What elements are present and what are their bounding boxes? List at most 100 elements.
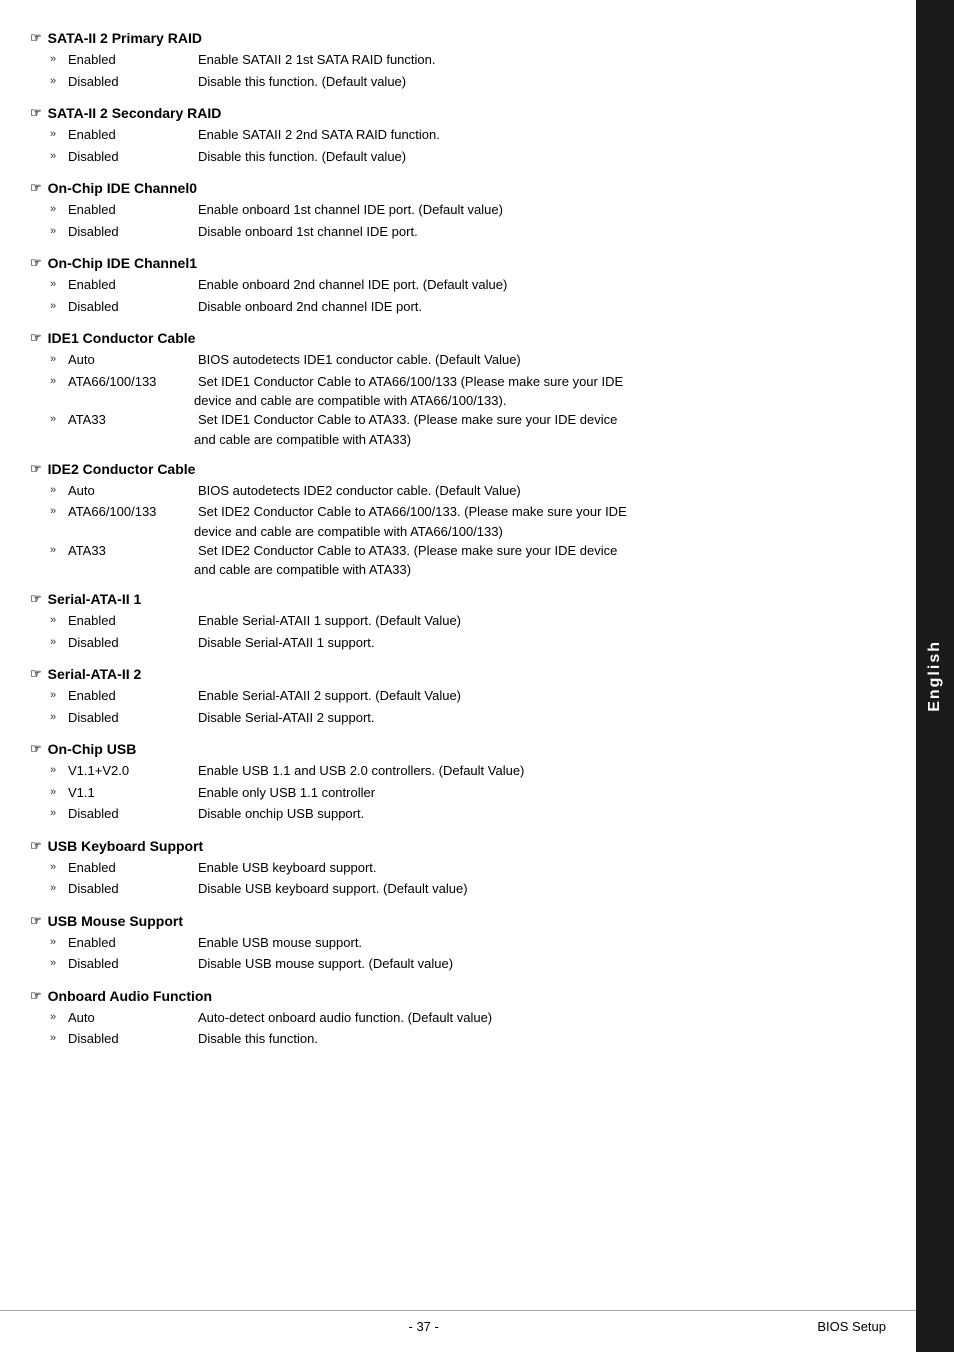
arrow-icon-serial-ata2-2: ☞ [30, 666, 42, 682]
option-desc: Disable USB keyboard support. (Default v… [198, 879, 866, 899]
option-bullet: » [50, 503, 64, 522]
option-bullet: » [50, 687, 64, 706]
option-continuation: device and cable are compatible with ATA… [194, 524, 866, 539]
option-row: »DisabledDisable this function. (Default… [50, 72, 866, 92]
option-row: »DisabledDisable onboard 1st channel IDE… [50, 222, 866, 242]
option-desc: Disable Serial-ATAII 2 support. [198, 708, 866, 728]
option-continuation: and cable are compatible with ATA33) [194, 562, 866, 577]
section-title-text-sata2-secondary-raid: SATA-II 2 Secondary RAID [48, 105, 222, 121]
section-on-chip-ide-channel0: ☞On-Chip IDE Channel0»EnabledEnable onbo… [30, 180, 866, 241]
option-key: V1.1+V2.0 [68, 761, 198, 781]
section-title-text-serial-ata2-2: Serial-ATA-II 2 [48, 666, 142, 682]
option-desc: Enable onboard 2nd channel IDE port. (De… [198, 275, 866, 295]
arrow-icon-on-chip-ide-channel1: ☞ [30, 255, 42, 271]
section-title-sata2-secondary-raid: ☞ SATA-II 2 Secondary RAID [30, 105, 866, 121]
option-row: »EnabledEnable SATAII 2 1st SATA RAID fu… [50, 50, 866, 70]
section-title-usb-keyboard-support: ☞USB Keyboard Support [30, 838, 866, 854]
option-bullet: » [50, 126, 64, 145]
option-row: »DisabledDisable onboard 2nd channel IDE… [50, 297, 866, 317]
option-key: Auto [68, 1008, 198, 1028]
option-key: Auto [68, 350, 198, 370]
option-bullet: » [50, 73, 64, 92]
option-key: Disabled [68, 147, 198, 167]
section-title-serial-ata2-2: ☞ Serial-ATA-II 2 [30, 666, 866, 682]
section-title-onboard-audio-function: ☞Onboard Audio Function [30, 988, 866, 1004]
option-bullet: » [50, 859, 64, 878]
option-desc: Disable onchip USB support. [198, 804, 866, 824]
option-row: »ATA66/100/133Set IDE2 Conductor Cable t… [50, 502, 866, 522]
option-key: Enabled [68, 933, 198, 953]
option-row: »DisabledDisable Serial-ATAII 2 support. [50, 708, 866, 728]
option-row: »DisabledDisable this function. (Default… [50, 147, 866, 167]
option-bullet: » [50, 276, 64, 295]
section-usb-mouse-support: ☞USB Mouse Support»EnabledEnable USB mou… [30, 913, 866, 974]
arrow-icon-usb-mouse-support: ☞ [30, 913, 42, 929]
option-row: »AutoAuto-detect onboard audio function.… [50, 1008, 866, 1028]
option-key: Disabled [68, 72, 198, 92]
option-desc: Enable Serial-ATAII 1 support. (Default … [198, 611, 866, 631]
option-row: »EnabledEnable onboard 2nd channel IDE p… [50, 275, 866, 295]
option-key: ATA66/100/133 [68, 502, 198, 522]
option-bullet: » [50, 298, 64, 317]
option-desc: Set IDE2 Conductor Cable to ATA66/100/13… [198, 502, 866, 522]
option-key: Disabled [68, 1029, 198, 1049]
option-desc: Enable SATAII 2 1st SATA RAID function. [198, 50, 866, 70]
option-desc: Disable this function. (Default value) [198, 147, 866, 167]
option-key: ATA66/100/133 [68, 372, 198, 392]
option-desc: Enable USB keyboard support. [198, 858, 866, 878]
option-bullet: » [50, 148, 64, 167]
option-desc: Enable Serial-ATAII 2 support. (Default … [198, 686, 866, 706]
option-desc: Enable only USB 1.1 controller [198, 783, 866, 803]
arrow-icon-ide1-conductor-cable: ☞ [30, 330, 42, 346]
option-desc: BIOS autodetects IDE2 conductor cable. (… [198, 481, 866, 501]
option-row: »AutoBIOS autodetects IDE2 conductor cab… [50, 481, 866, 501]
option-row: »EnabledEnable USB keyboard support. [50, 858, 866, 878]
section-serial-ata2-2: ☞ Serial-ATA-II 2 »EnabledEnable Serial-AT… [30, 666, 866, 727]
option-desc: Disable USB mouse support. (Default valu… [198, 954, 866, 974]
option-desc: Enable onboard 1st channel IDE port. (De… [198, 200, 866, 220]
option-row: »EnabledEnable Serial-ATAII 2 support. (… [50, 686, 866, 706]
option-bullet: » [50, 223, 64, 242]
option-row: »EnabledEnable Serial-ATAII 1 support. (… [50, 611, 866, 631]
option-desc: Disable onboard 1st channel IDE port. [198, 222, 866, 242]
option-continuation: device and cable are compatible with ATA… [194, 393, 866, 408]
arrow-icon-on-chip-usb: ☞ [30, 741, 42, 757]
option-desc: Enable USB 1.1 and USB 2.0 controllers. … [198, 761, 866, 781]
sections-container: ☞SATA-II 2 Primary RAID»EnabledEnable SA… [30, 30, 866, 1049]
section-title-text-ide1-conductor-cable: IDE1 Conductor Cable [48, 330, 196, 346]
option-row: »DisabledDisable this function. [50, 1029, 866, 1049]
option-bullet: » [50, 1009, 64, 1028]
option-bullet: » [50, 955, 64, 974]
option-desc: BIOS autodetects IDE1 conductor cable. (… [198, 350, 866, 370]
option-bullet: » [50, 51, 64, 70]
footer-page-number: - 37 - [30, 1319, 817, 1334]
section-serial-ata2-1: ☞Serial-ATA-II 1»EnabledEnable Serial-AT… [30, 591, 866, 652]
option-bullet: » [50, 880, 64, 899]
option-bullet: » [50, 634, 64, 653]
section-sata2-secondary-raid: ☞ SATA-II 2 Secondary RAID »EnabledEnable … [30, 105, 866, 166]
section-title-text-sata2-primary-raid: SATA-II 2 Primary RAID [48, 30, 202, 46]
section-usb-keyboard-support: ☞USB Keyboard Support »EnabledEnable USB … [30, 838, 866, 899]
option-key: Enabled [68, 858, 198, 878]
option-desc: Set IDE1 Conductor Cable to ATA66/100/13… [198, 372, 866, 392]
option-bullet: » [50, 762, 64, 781]
section-on-chip-ide-channel1: ☞On-Chip IDE Channel1»EnabledEnable onbo… [30, 255, 866, 316]
option-row: »ATA33Set IDE2 Conductor Cable to ATA33.… [50, 541, 866, 561]
section-title-text-usb-keyboard-support: USB Keyboard Support [48, 838, 204, 854]
arrow-icon-sata2-secondary-raid: ☞ [30, 105, 42, 121]
footer-right-text: BIOS Setup [817, 1319, 886, 1334]
arrow-icon-on-chip-ide-channel0: ☞ [30, 180, 42, 196]
sidebar: English [916, 0, 954, 1352]
option-row: »V1.1+V2.0Enable USB 1.1 and USB 2.0 con… [50, 761, 866, 781]
option-row: »AutoBIOS autodetects IDE1 conductor cab… [50, 350, 866, 370]
footer: - 37 - BIOS Setup [0, 1310, 916, 1334]
option-key: Enabled [68, 50, 198, 70]
section-sata2-primary-raid: ☞SATA-II 2 Primary RAID»EnabledEnable SA… [30, 30, 866, 91]
arrow-icon-serial-ata2-1: ☞ [30, 591, 42, 607]
arrow-icon-onboard-audio-function: ☞ [30, 988, 42, 1004]
option-key: V1.1 [68, 783, 198, 803]
option-row: »EnabledEnable SATAII 2 2nd SATA RAID fu… [50, 125, 866, 145]
option-bullet: » [50, 542, 64, 561]
option-key: Disabled [68, 633, 198, 653]
option-key: Auto [68, 481, 198, 501]
